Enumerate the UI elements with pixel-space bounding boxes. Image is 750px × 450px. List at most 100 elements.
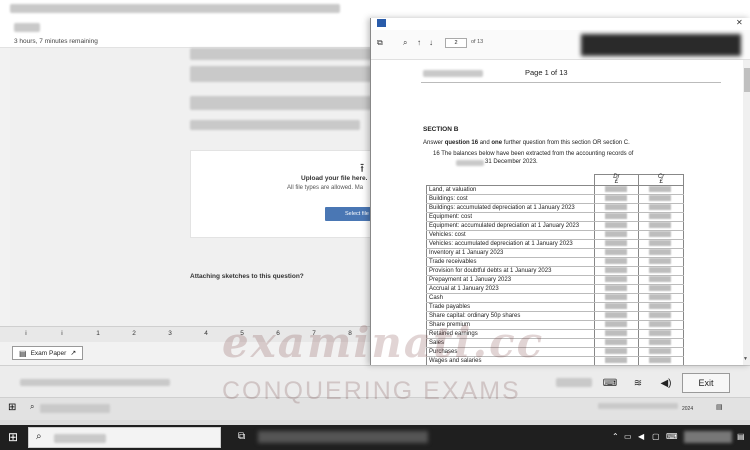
upload-panel[interactable]: ⭱ Upload your file here. All file types … xyxy=(190,150,381,238)
nav-item-7[interactable]: 7 xyxy=(306,330,322,337)
account-name: Inventory at 1 January 2023 xyxy=(426,248,595,258)
exam-toolbar: ⌨ ≋ ◀) Exit xyxy=(0,365,750,397)
external-link-icon: ↗ xyxy=(70,350,77,357)
table-row: Vehicles: cost xyxy=(426,230,684,240)
nav-item-info-1[interactable]: i xyxy=(18,330,34,337)
table-header-cr: Cr £ xyxy=(638,174,684,186)
search-icon[interactable]: ⌕ xyxy=(403,38,407,48)
cr-amount-redacted xyxy=(638,185,684,195)
account-name: Wages and salaries xyxy=(426,356,595,365)
dr-amount-redacted xyxy=(593,212,640,222)
nav-item-1[interactable]: 1 xyxy=(90,330,106,337)
balances-body: Land, at valuation Buildings: cost Buildin… xyxy=(426,185,684,365)
nav-item-6[interactable]: 6 xyxy=(270,330,286,337)
nav-item-4[interactable]: 4 xyxy=(198,330,214,337)
notification-icon[interactable]: ▤ xyxy=(716,403,723,411)
volume-icon[interactable]: ◀) xyxy=(654,374,678,392)
attach-sketches-label: Attaching sketches to this question? xyxy=(190,273,304,280)
table-row: Share capital: ordinary 50p shares xyxy=(426,311,684,321)
cr-amount-redacted xyxy=(638,221,684,231)
sidebar-toggle-icon[interactable]: ⧉ xyxy=(377,38,383,48)
pdf-scrollbar[interactable]: ▼ xyxy=(743,60,750,365)
table-row: Equipment: accumulated depreciation at 1… xyxy=(426,221,684,231)
nav-item-5[interactable]: 5 xyxy=(234,330,250,337)
account-name: Buildings: cost xyxy=(426,194,595,204)
redacted-candidate-name xyxy=(14,23,40,32)
volume-icon[interactable]: ◀ xyxy=(638,432,644,441)
question-16-date: 31 December 2023. xyxy=(485,159,538,165)
table-header-blank xyxy=(426,174,595,186)
task-view-icon[interactable]: ⧉ xyxy=(238,431,245,442)
arrow-up-icon[interactable]: ↑ xyxy=(417,38,421,47)
redacted-title xyxy=(10,4,340,13)
taskbar-search[interactable]: ⌕ xyxy=(28,427,221,448)
arrow-down-icon[interactable]: ↓ xyxy=(429,38,433,47)
cr-amount-redacted xyxy=(638,356,684,365)
cr-amount-redacted xyxy=(638,194,684,204)
chevron-up-icon[interactable]: ⌃ xyxy=(612,432,619,441)
network-icon[interactable]: ▭ xyxy=(624,432,632,441)
cr-amount-redacted xyxy=(638,302,684,312)
keyboard-icon[interactable]: ⌨ xyxy=(598,374,622,392)
windows-start-icon[interactable]: ⊞ xyxy=(8,402,16,413)
redacted-search-text xyxy=(54,434,106,443)
dr-amount-redacted xyxy=(593,293,640,303)
wifi-icon[interactable]: ≋ xyxy=(626,374,650,392)
table-row: Accrual at 1 January 2023 xyxy=(426,284,684,294)
search-icon: ⌕ xyxy=(36,431,42,442)
account-name: Trade payables xyxy=(426,302,595,312)
cr-amount-redacted xyxy=(638,230,684,240)
nav-item-8[interactable]: 8 xyxy=(342,330,358,337)
table-row: Trade receivables xyxy=(426,257,684,267)
account-name: Vehicles: accumulated depreciation at 1 … xyxy=(426,239,595,249)
dr-amount-redacted xyxy=(593,230,640,240)
dr-amount-redacted xyxy=(593,221,640,231)
exit-button[interactable]: Exit xyxy=(682,373,730,393)
account-name: Accrual at 1 January 2023 xyxy=(426,284,595,294)
account-name: Land, at valuation xyxy=(426,185,595,195)
action-center-icon[interactable]: ▤ xyxy=(737,432,745,441)
battery-icon[interactable]: ▢ xyxy=(652,432,660,441)
doc-page-label: Page 1 of 13 xyxy=(525,68,568,77)
cr-amount-redacted xyxy=(638,338,684,348)
account-name: Purchases xyxy=(426,347,595,357)
dr-amount-redacted xyxy=(593,185,640,195)
table-row: Land, at valuation xyxy=(426,185,684,195)
table-row: Buildings: accumulated depreciation at 1… xyxy=(426,203,684,213)
account-name: Retained earnings xyxy=(426,329,595,339)
table-row: Equipment: cost xyxy=(426,212,684,222)
windows-start-icon[interactable]: ⊞ xyxy=(8,430,18,444)
section-instruction: Answer question 16 and one further quest… xyxy=(423,140,630,146)
account-name: Share premium xyxy=(426,320,595,330)
scroll-down-icon[interactable]: ▼ xyxy=(743,356,748,362)
cr-amount-redacted xyxy=(638,311,684,321)
nav-item-3[interactable]: 3 xyxy=(162,330,178,337)
pdf-page[interactable]: Page 1 of 13 SECTION B Answer question 1… xyxy=(371,60,743,365)
close-icon[interactable]: ✕ xyxy=(736,18,743,27)
redacted-search-field xyxy=(40,404,110,413)
header-rule xyxy=(421,82,721,83)
inner-clock-year: 2024 xyxy=(682,406,694,412)
redacted-question-text xyxy=(190,120,360,130)
dr-amount-redacted xyxy=(593,203,640,213)
question-navigation: i i 1 2 3 4 5 6 7 8 xyxy=(0,326,380,342)
dr-amount-redacted xyxy=(593,311,640,321)
dr-amount-redacted xyxy=(593,302,640,312)
table-row: Share premium xyxy=(426,320,684,330)
page-number-input[interactable]: 2 xyxy=(445,38,467,48)
exam-paper-button[interactable]: ▤ Exam Paper ↗ xyxy=(12,346,84,360)
dr-amount-redacted xyxy=(593,275,640,285)
cr-amount-redacted xyxy=(638,284,684,294)
scroll-thumb[interactable] xyxy=(744,68,750,92)
table-row: Purchases xyxy=(426,347,684,357)
inner-taskbar: ⊞ ⌕ 2024 ▤ xyxy=(0,397,750,420)
nav-item-info-2[interactable]: i xyxy=(54,330,70,337)
nav-item-2[interactable]: 2 xyxy=(126,330,142,337)
search-icon[interactable]: ⌕ xyxy=(30,402,34,412)
redacted-toolbar-area xyxy=(581,34,741,56)
input-language-icon[interactable]: ⌨ xyxy=(666,432,678,441)
cr-amount-redacted xyxy=(638,248,684,258)
exam-titlebar xyxy=(0,0,750,18)
question-16-text: 16 The balances below have been extracte… xyxy=(433,151,634,157)
cr-amount-redacted xyxy=(638,266,684,276)
